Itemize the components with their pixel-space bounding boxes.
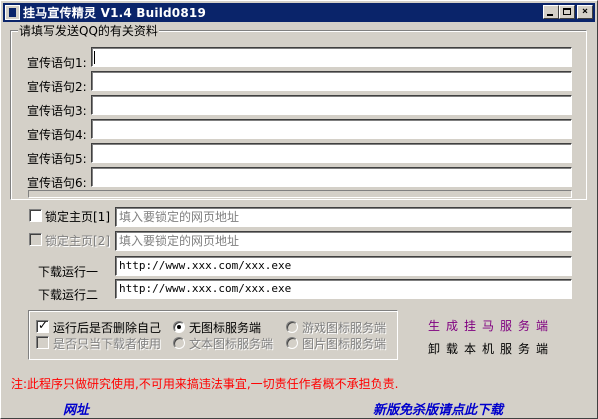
- delete-self-checkbox[interactable]: [36, 318, 49, 333]
- game-icon-server-label: 游戏图标服务端: [302, 321, 387, 335]
- main-window: 挂马宣传精灵 V1.4 Build0819 × 请填写发送QQ的有关资料 宣传语…: [0, 0, 598, 419]
- game-icon-server-radio[interactable]: [286, 321, 298, 333]
- minimize-icon: [547, 14, 553, 16]
- lock-homepage-1-checkbox[interactable]: [29, 209, 42, 222]
- slogan-5-input[interactable]: [91, 143, 572, 163]
- downloader-only-label: 是否只当下载者使用: [53, 337, 162, 351]
- download-1-label: 下载运行一: [38, 265, 99, 279]
- close-button[interactable]: ×: [577, 5, 593, 19]
- close-icon: ×: [581, 6, 589, 17]
- lock-homepage-2-input[interactable]: 填入要锁定的网页地址: [115, 231, 572, 251]
- slogan-2-input[interactable]: [91, 71, 572, 91]
- slogan-6-label: 宣传语句6:: [27, 176, 87, 190]
- text-caret: [94, 51, 95, 64]
- slogan-1-label: 宣传语句1:: [27, 56, 87, 70]
- no-icon-server-radio[interactable]: [173, 321, 185, 333]
- maximize-icon: [563, 8, 571, 15]
- text-icon-server-label: 文本图标服务端: [189, 337, 274, 351]
- maximize-button[interactable]: [559, 5, 575, 19]
- generate-server-button[interactable]: 生成挂马服务端: [428, 317, 554, 334]
- lock-homepage-1-input[interactable]: 填入要锁定的网页地址: [115, 207, 572, 227]
- download-2-label: 下载运行二: [38, 288, 99, 302]
- lock-homepage-1-label: 锁定主页[1]: [45, 210, 110, 224]
- new-version-download-link[interactable]: 新版免杀版请点此下载: [373, 399, 503, 418]
- slogan-3-label: 宣传语句3:: [27, 104, 87, 118]
- downloader-only-checkbox[interactable]: [36, 336, 49, 349]
- download-2-input[interactable]: http://www.xxx.com/xxx.exe: [115, 279, 572, 299]
- slogan-4-label: 宣传语句4:: [27, 128, 87, 142]
- delete-self-label: 运行后是否删除自己: [53, 321, 162, 335]
- slogan-5-label: 宣传语句5:: [27, 152, 87, 166]
- text-icon-server-radio[interactable]: [173, 337, 185, 349]
- lock-homepage-2-label: 锁定主页[2]: [45, 234, 110, 248]
- window-title: 挂马宣传精灵 V1.4 Build0819: [23, 6, 207, 20]
- slogan-3-input[interactable]: [91, 95, 572, 115]
- uninstall-server-button[interactable]: 卸载本机服务端: [428, 340, 554, 357]
- slogan-6-input[interactable]: [91, 167, 572, 187]
- no-icon-server-label: 无图标服务端: [189, 321, 262, 335]
- lock-homepage-2-checkbox[interactable]: [29, 233, 42, 246]
- image-icon-server-label: 图片图标服务端: [302, 337, 387, 351]
- slogan-2-label: 宣传语句2:: [27, 80, 87, 94]
- image-icon-server-radio[interactable]: [286, 337, 298, 349]
- slogan-1-input[interactable]: [91, 47, 572, 67]
- qq-info-group-legend: 请填写发送QQ的有关资料: [18, 22, 159, 39]
- download-1-input[interactable]: http://www.xxx.com/xxx.exe: [115, 256, 572, 276]
- slogan-4-input[interactable]: [91, 119, 572, 139]
- website-link[interactable]: 网址: [63, 399, 89, 418]
- progress-bar: [28, 190, 572, 198]
- window-controls: ×: [543, 5, 593, 19]
- disclaimer-note: 注:此程序只做研究使用,不可用来搞违法事宜,一切责任作者概不承担负责.: [11, 377, 399, 391]
- title-bar[interactable]: 挂马宣传精灵 V1.4 Build0819 ×: [3, 3, 595, 22]
- app-icon: [5, 5, 20, 20]
- minimize-button[interactable]: [543, 5, 559, 19]
